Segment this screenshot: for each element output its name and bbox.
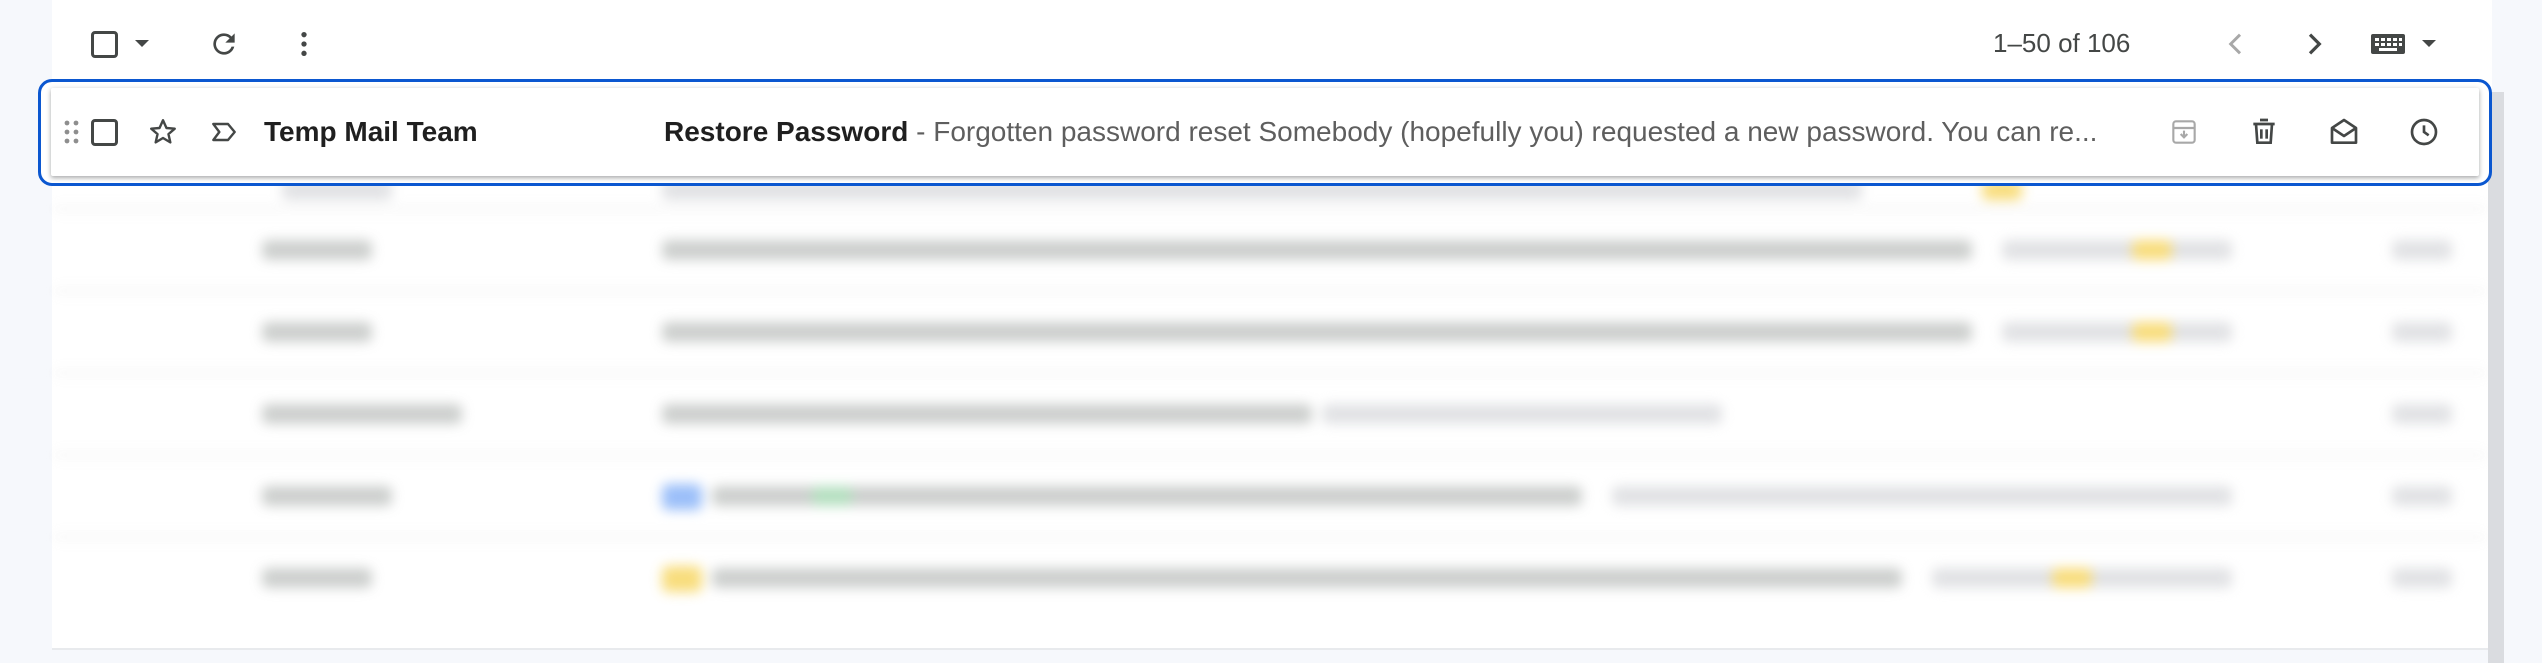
chevron-left-icon <box>2228 33 2242 55</box>
mark-as-read-button[interactable] <box>2326 114 2362 150</box>
checkbox-icon <box>90 118 118 146</box>
star-icon <box>150 119 176 144</box>
archive-icon <box>2172 120 2196 144</box>
caret-down-icon <box>135 40 149 47</box>
caret-down-icon <box>2422 40 2436 47</box>
message-snippet: Forgotten password reset Somebody (hopef… <box>933 116 2098 147</box>
row-select-checkbox[interactable] <box>88 116 120 148</box>
mail-open-icon <box>2330 118 2358 144</box>
list-item[interactable] <box>52 210 2488 292</box>
list-divider <box>52 648 2492 650</box>
drag-handle[interactable] <box>62 118 82 146</box>
list-item[interactable] <box>52 538 2488 618</box>
keyboard-icon <box>2371 34 2405 54</box>
select-all-checkbox[interactable] <box>88 28 120 60</box>
message-preview: Restore Password - Forgotten password re… <box>664 116 2124 148</box>
clock-icon <box>2410 118 2438 146</box>
trash-icon <box>2253 118 2275 144</box>
more-options-button[interactable] <box>286 26 322 62</box>
delete-button[interactable] <box>2246 114 2282 150</box>
subject-separator: - <box>908 116 934 147</box>
select-dropdown-button[interactable] <box>132 32 152 56</box>
message-subject: Restore Password <box>664 116 909 147</box>
list-item[interactable] <box>52 292 2488 374</box>
list-item[interactable] <box>52 374 2488 456</box>
archive-button[interactable] <box>2166 114 2202 150</box>
important-marker-button[interactable] <box>206 114 242 150</box>
refresh-icon <box>213 33 235 55</box>
star-button[interactable] <box>145 114 181 150</box>
checkbox-icon <box>90 30 118 58</box>
previous-page-button[interactable] <box>2218 26 2254 62</box>
snooze-button[interactable] <box>2406 114 2442 150</box>
blurred-message-rows <box>52 170 2488 648</box>
more-vert-icon <box>301 32 307 56</box>
list-item[interactable] <box>52 456 2488 538</box>
refresh-button[interactable] <box>206 26 242 62</box>
label-important-icon <box>212 122 236 142</box>
chevron-right-icon <box>2308 33 2322 55</box>
pagination-count: 1–50 of 106 <box>1993 28 2131 58</box>
input-tools-button[interactable] <box>2366 28 2442 60</box>
sender-name: Temp Mail Team <box>264 116 478 147</box>
next-page-button[interactable] <box>2296 26 2332 62</box>
drag-handle-icon <box>64 120 79 144</box>
